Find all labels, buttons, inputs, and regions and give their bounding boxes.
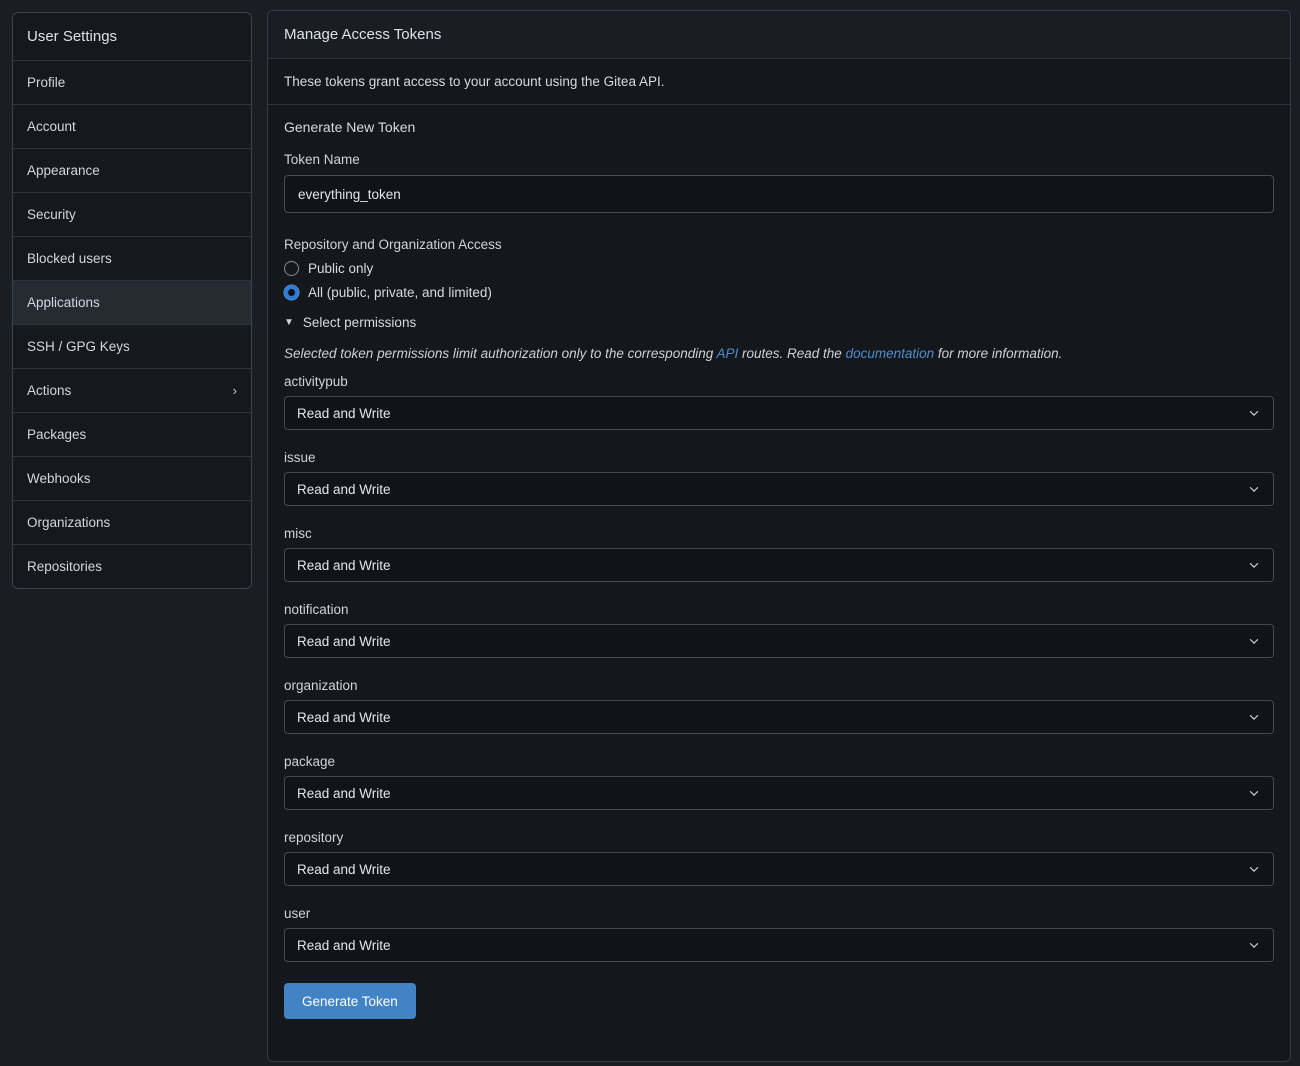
radio-checked-icon[interactable] xyxy=(284,285,299,300)
token-name-input[interactable] xyxy=(284,175,1274,213)
selected-option-label: Read and Write xyxy=(297,558,391,573)
sidebar-item-applications[interactable]: Applications xyxy=(13,280,251,324)
triangle-down-icon: ▼ xyxy=(284,318,294,328)
chevron-down-icon xyxy=(1247,558,1261,572)
generate-token-form: Generate New Token Token Name Repository… xyxy=(268,105,1290,1035)
api-link[interactable]: API xyxy=(716,346,738,361)
settings-sidebar: User Settings Profile Account Appearance… xyxy=(12,12,252,589)
permission-select-repository[interactable]: Read and Write xyxy=(284,852,1274,886)
manage-access-tokens-panel: Manage Access Tokens These tokens grant … xyxy=(267,10,1291,1062)
permission-label: repository xyxy=(284,830,1274,845)
selected-option-label: Read and Write xyxy=(297,634,391,649)
permission-field-issue: issue Read and Write xyxy=(284,450,1274,506)
chevron-down-icon xyxy=(1247,482,1261,496)
chevron-right-icon: › xyxy=(233,384,237,397)
chevron-down-icon xyxy=(1247,862,1261,876)
chevron-down-icon xyxy=(1247,634,1261,648)
permission-field-repository: repository Read and Write xyxy=(284,830,1274,886)
permission-field-misc: misc Read and Write xyxy=(284,526,1274,582)
permission-select-activitypub[interactable]: Read and Write xyxy=(284,396,1274,430)
sidebar-item-packages[interactable]: Packages xyxy=(13,412,251,456)
radio-unchecked-icon[interactable] xyxy=(284,261,299,276)
permission-field-activitypub: activitypub Read and Write xyxy=(284,374,1274,430)
permission-label: misc xyxy=(284,526,1274,541)
select-permissions-label: Select permissions xyxy=(303,315,416,330)
permission-field-organization: organization Read and Write xyxy=(284,678,1274,734)
selected-option-label: Read and Write xyxy=(297,710,391,725)
chevron-down-icon xyxy=(1247,786,1261,800)
permission-select-misc[interactable]: Read and Write xyxy=(284,548,1274,582)
permission-label: organization xyxy=(284,678,1274,693)
scope-option-public-label: Public only xyxy=(308,261,373,276)
scope-option-all-label: All (public, private, and limited) xyxy=(308,285,492,300)
sidebar-item-blocked-users[interactable]: Blocked users xyxy=(13,236,251,280)
sidebar-item-actions[interactable]: Actions › xyxy=(13,368,251,412)
selected-option-label: Read and Write xyxy=(297,406,391,421)
permission-label: user xyxy=(284,906,1274,921)
sidebar-item-profile[interactable]: Profile xyxy=(13,60,251,104)
permission-field-package: package Read and Write xyxy=(284,754,1274,810)
permission-label: package xyxy=(284,754,1274,769)
permission-select-user[interactable]: Read and Write xyxy=(284,928,1274,962)
permissions-note: Selected token permissions limit authori… xyxy=(284,346,1274,361)
selected-option-label: Read and Write xyxy=(297,938,391,953)
scope-section-label: Repository and Organization Access xyxy=(284,237,1274,252)
sidebar-item-webhooks[interactable]: Webhooks xyxy=(13,456,251,500)
chevron-down-icon xyxy=(1247,710,1261,724)
permission-label: issue xyxy=(284,450,1274,465)
permission-select-package[interactable]: Read and Write xyxy=(284,776,1274,810)
tokens-description: These tokens grant access to your accoun… xyxy=(268,59,1290,105)
chevron-down-icon xyxy=(1247,938,1261,952)
permission-label: notification xyxy=(284,602,1274,617)
chevron-down-icon xyxy=(1247,406,1261,420)
sidebar-item-appearance[interactable]: Appearance xyxy=(13,148,251,192)
permission-select-organization[interactable]: Read and Write xyxy=(284,700,1274,734)
permission-select-issue[interactable]: Read and Write xyxy=(284,472,1274,506)
sidebar-item-ssh-gpg-keys[interactable]: SSH / GPG Keys xyxy=(13,324,251,368)
generate-token-button[interactable]: Generate Token xyxy=(284,983,416,1019)
page-title: Manage Access Tokens xyxy=(268,11,1290,59)
sidebar-title: User Settings xyxy=(13,13,251,60)
selected-option-label: Read and Write xyxy=(297,786,391,801)
token-name-label: Token Name xyxy=(284,152,1274,167)
scope-option-public-only[interactable]: Public only xyxy=(284,261,373,276)
scope-option-all[interactable]: All (public, private, and limited) xyxy=(284,285,492,300)
selected-option-label: Read and Write xyxy=(297,862,391,877)
selected-option-label: Read and Write xyxy=(297,482,391,497)
sidebar-item-account[interactable]: Account xyxy=(13,104,251,148)
permission-field-user: user Read and Write xyxy=(284,906,1274,962)
select-permissions-toggle[interactable]: ▼ Select permissions xyxy=(284,315,416,330)
permission-field-notification: notification Read and Write xyxy=(284,602,1274,658)
sidebar-item-security[interactable]: Security xyxy=(13,192,251,236)
sidebar-item-repositories[interactable]: Repositories xyxy=(13,544,251,588)
generate-new-token-title: Generate New Token xyxy=(284,119,1274,135)
permission-label: activitypub xyxy=(284,374,1274,389)
permission-select-notification[interactable]: Read and Write xyxy=(284,624,1274,658)
documentation-link[interactable]: documentation xyxy=(846,346,935,361)
sidebar-item-organizations[interactable]: Organizations xyxy=(13,500,251,544)
